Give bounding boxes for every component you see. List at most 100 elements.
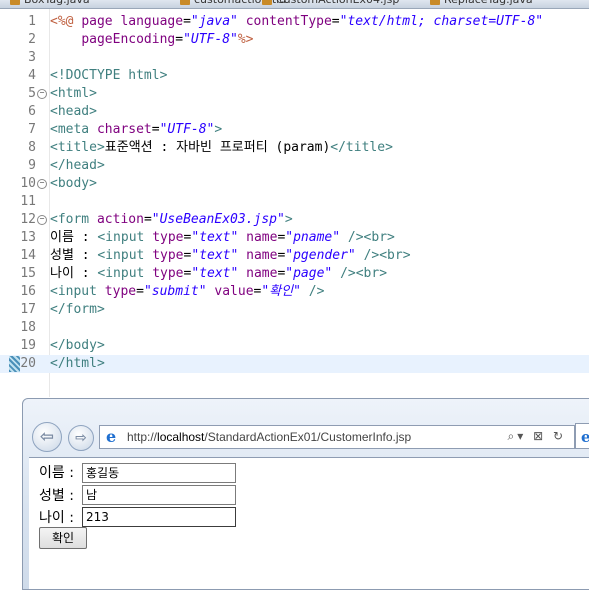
- file-icon: [10, 0, 20, 5]
- gender-input[interactable]: 남: [82, 485, 236, 505]
- fold-collapse-icon[interactable]: [37, 89, 47, 99]
- line-number: 2: [28, 32, 36, 47]
- code-token: </html>: [50, 356, 105, 371]
- code-text: <meta charset="UTF-8">: [50, 121, 222, 139]
- code-token: type: [152, 248, 184, 263]
- address-url[interactable]: http://localhost/StandardActionEx01/Cust…: [127, 429, 411, 445]
- line-number: 12: [20, 212, 36, 227]
- fold-collapse-icon[interactable]: [37, 215, 47, 225]
- code-token: "text": [191, 230, 239, 245]
- code-token: "page": [285, 266, 333, 281]
- name-input[interactable]: 홍길동: [82, 463, 236, 483]
- code-text: </html>: [50, 355, 105, 373]
- code-token: type: [152, 266, 184, 281]
- code-line[interactable]: 15 나이 : <input type="text" name="page" />…: [0, 265, 589, 283]
- code-token: </head>: [50, 158, 105, 173]
- name-row: 이름 :: [39, 462, 74, 484]
- line-number: 16: [20, 284, 36, 299]
- url-path: /StandardActionEx01/CustomerInfo.jsp: [204, 430, 412, 444]
- code-token: name: [246, 248, 278, 263]
- code-line[interactable]: 13 이름 : <input type="text" name="pname" /…: [0, 229, 589, 247]
- code-token: </body>: [50, 338, 105, 353]
- age-input[interactable]: 213: [82, 507, 236, 527]
- code-line[interactable]: 8 <title>표준액션 : 자바빈 프로퍼티 (param)</title>: [0, 139, 589, 157]
- code-token: <input: [97, 230, 153, 245]
- code-line[interactable]: 16 <input type="submit" value="확인" />: [0, 283, 589, 301]
- address-tools-icons[interactable]: ⌕▾ ⊠ ↻: [508, 429, 566, 444]
- code-editor[interactable]: 1 <%@ page language="java" contentType="t…: [0, 9, 589, 397]
- code-token: <input: [97, 266, 153, 281]
- code-token: contentType: [245, 14, 332, 29]
- back-button[interactable]: ⇦: [32, 422, 62, 452]
- code-token: =: [183, 14, 191, 29]
- code-line[interactable]: 17 </form>: [0, 301, 589, 319]
- code-token: 나이 :: [50, 266, 98, 281]
- editor-tab-strip: BoxTag.javacustomaction.tldCustomActionE…: [0, 0, 589, 9]
- code-line[interactable]: 5 <html>: [0, 85, 589, 103]
- code-token: <head>: [50, 104, 97, 119]
- code-text: <title>표준액션 : 자바빈 프로퍼티 (param)</title>: [50, 139, 393, 157]
- code-line[interactable]: 20 </html>: [0, 355, 589, 373]
- code-token: action: [96, 212, 144, 227]
- code-text: 나이 : <input type="text" name="page" /><b…: [50, 265, 387, 283]
- code-token: <input: [50, 284, 105, 299]
- code-token: =: [136, 284, 144, 299]
- code-line[interactable]: 12 <form action="UseBeanEx03.jsp">: [0, 211, 589, 229]
- browser-tab[interactable]: e: [575, 423, 589, 449]
- code-token: "text": [191, 266, 239, 281]
- code-line[interactable]: 9 </head>: [0, 157, 589, 175]
- code-token: charset: [96, 122, 152, 137]
- code-line[interactable]: 6 <head>: [0, 103, 589, 121]
- address-bar[interactable]: e http://localhost/StandardActionEx01/Cu…: [99, 425, 575, 449]
- code-line[interactable]: 14 성별 : <input type="text" name="pgender"…: [0, 247, 589, 265]
- file-icon: [430, 0, 440, 5]
- code-token: <html>: [50, 86, 97, 101]
- code-token: "pgender": [285, 248, 356, 263]
- line-number: 14: [20, 248, 36, 263]
- code-token: =: [331, 14, 340, 29]
- line-number: 6: [28, 104, 36, 119]
- code-line[interactable]: 4 <!DOCTYPE html>: [0, 67, 589, 85]
- line-number: 8: [28, 140, 36, 155]
- code-token: language: [120, 14, 184, 29]
- code-token: <form: [50, 212, 97, 227]
- age-row: 나이 :: [39, 507, 74, 529]
- code-token: "확인": [261, 284, 301, 299]
- editor-tab[interactable]: CustomActionEx04.jsp: [262, 0, 399, 7]
- code-line[interactable]: 2 pageEncoding="UTF-8"%>: [0, 31, 589, 49]
- file-icon: [180, 0, 190, 5]
- code-token: =: [175, 32, 184, 47]
- code-line[interactable]: 19 </body>: [0, 337, 589, 355]
- editor-tab-label: ReplaceTag.java: [444, 0, 533, 6]
- code-token: =: [143, 212, 152, 227]
- code-line[interactable]: 10 <body>: [0, 175, 589, 193]
- line-number: 15: [20, 266, 36, 281]
- code-line[interactable]: 7 <meta charset="UTF-8">: [0, 121, 589, 139]
- code-line[interactable]: 1 <%@ page language="java" contentType="t…: [0, 13, 589, 31]
- name-label: 이름 :: [39, 465, 74, 481]
- code-token: "text/html; charset=UTF-8": [339, 14, 544, 29]
- line-number: 4: [28, 68, 36, 83]
- code-token: %>: [237, 32, 254, 47]
- code-line[interactable]: 3: [0, 49, 589, 67]
- fold-collapse-icon[interactable]: [37, 179, 47, 189]
- age-label: 나이 :: [39, 510, 74, 526]
- line-number: 3: [28, 50, 36, 65]
- code-token: >: [284, 212, 293, 227]
- forward-button[interactable]: ⇨: [68, 425, 94, 451]
- code-token: /><br>: [340, 266, 388, 281]
- editor-tab[interactable]: BoxTag.java: [10, 0, 90, 7]
- line-number: 18: [20, 320, 36, 335]
- code-token: <meta: [50, 122, 97, 137]
- code-line[interactable]: 11: [0, 193, 589, 211]
- submit-button[interactable]: 확인: [39, 527, 87, 549]
- file-icon: [262, 0, 272, 5]
- code-token: 성별 :: [50, 248, 98, 263]
- code-token: >: [214, 122, 223, 137]
- code-token: /><br>: [363, 248, 411, 263]
- editor-tab[interactable]: ReplaceTag.java: [430, 0, 533, 7]
- code-line[interactable]: 18: [0, 319, 589, 337]
